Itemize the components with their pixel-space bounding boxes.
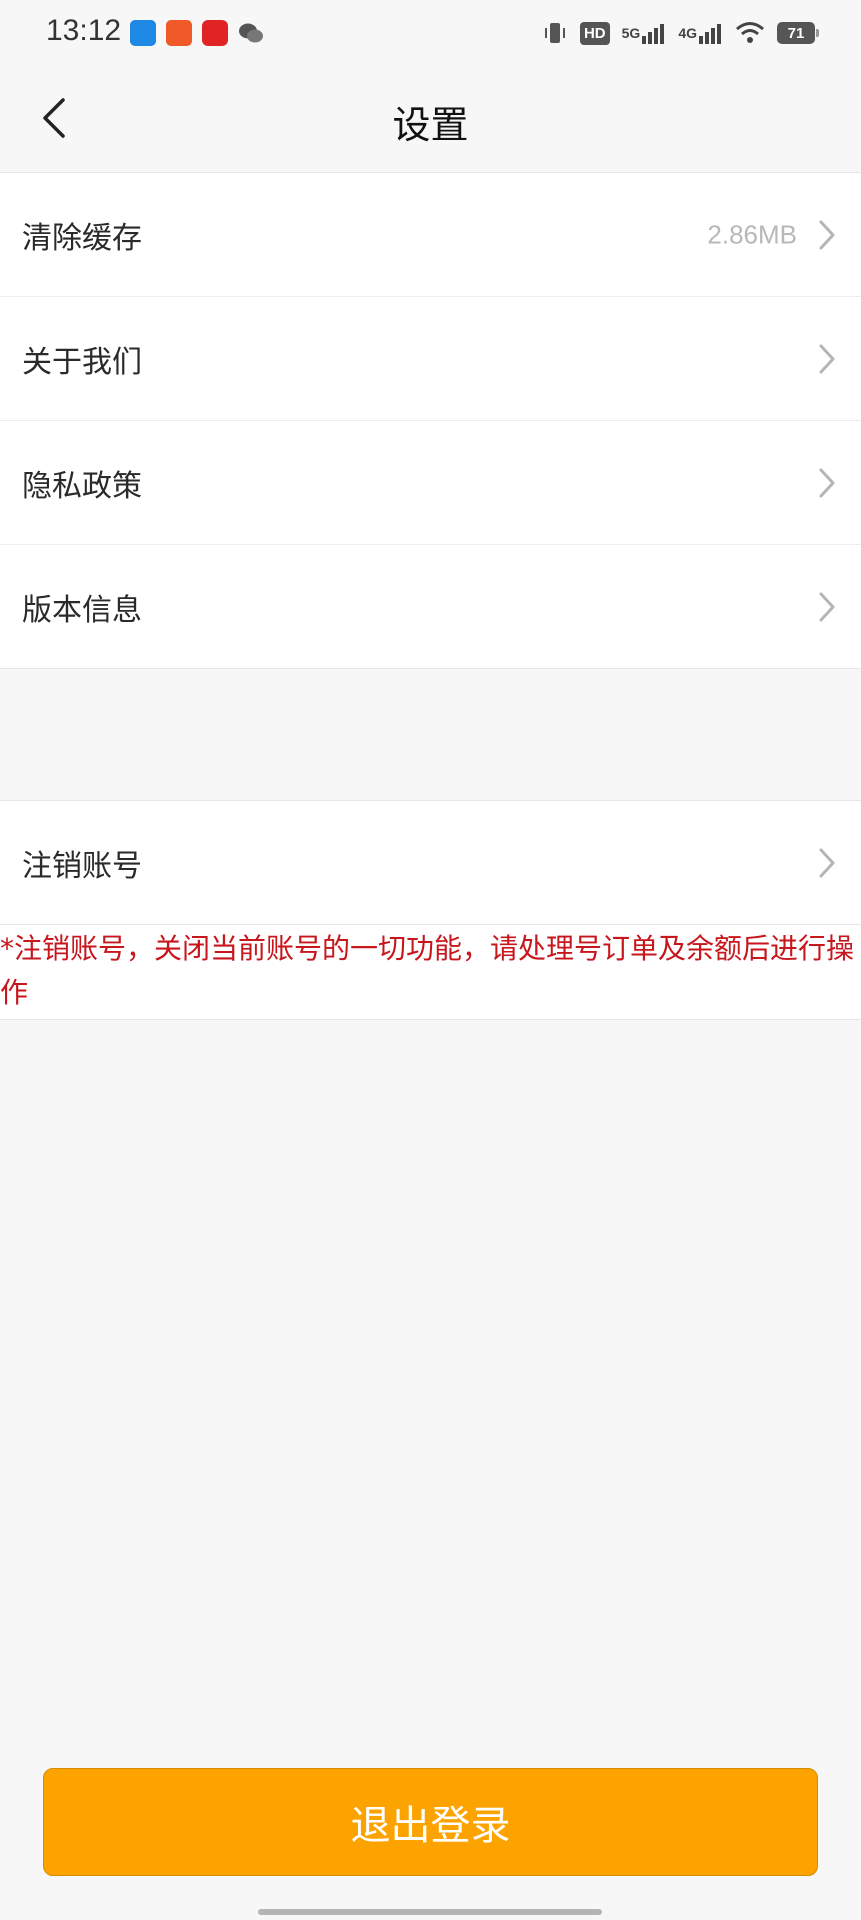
hd-icon: HD <box>579 21 610 45</box>
menu-item-label: 隐私政策 <box>22 468 142 504</box>
menu-item-label: 版本信息 <box>22 592 142 628</box>
menu-item-privacy-policy[interactable]: 隐私政策 <box>0 421 861 545</box>
menu-item-clear-cache[interactable]: 清除缓存 2.86MB <box>0 173 861 297</box>
menu-item-label: 关于我们 <box>22 344 142 380</box>
menu-item-label: 清除缓存 <box>22 220 142 256</box>
chevron-right-icon <box>819 848 835 877</box>
chevron-right-icon <box>819 468 835 497</box>
chevron-right-icon <box>819 344 835 373</box>
status-indicators: HD 5G 4G 71 <box>542 16 819 50</box>
menu-item-delete-account[interactable]: 注销账号 <box>0 801 861 924</box>
blue-app-icon <box>130 20 156 46</box>
logout-button[interactable]: 退出登录 <box>43 1768 818 1876</box>
account-menu: 注销账号 <box>0 800 861 925</box>
net-4g-label: 4G <box>678 25 697 41</box>
page-title: 设置 <box>392 103 469 147</box>
menu-item-about-us[interactable]: 关于我们 <box>0 297 861 421</box>
signal-4g-icon: 4G <box>678 22 723 44</box>
settings-menu: 清除缓存 2.86MB 关于我们 隐私政策 版本信息 <box>0 173 861 669</box>
wifi-icon <box>735 21 765 45</box>
signal-5g-icon: 5G <box>622 22 667 44</box>
chevron-right-icon <box>819 592 835 621</box>
status-time: 13:12 <box>46 14 122 47</box>
status-bar: 13:12 HD 5G 4G 71 <box>0 0 861 66</box>
menu-item-label: 注销账号 <box>22 848 142 884</box>
cache-size-value: 2.86MB <box>707 219 797 249</box>
vibrate-icon <box>542 20 568 46</box>
net-5g-label: 5G <box>621 25 641 41</box>
delete-account-warning: *注销账号，关闭当前账号的一切功能，请处理号订单及余额后进行操作 <box>0 925 861 1020</box>
home-indicator[interactable] <box>258 1909 602 1915</box>
menu-item-version-info[interactable]: 版本信息 <box>0 545 861 668</box>
netease-music-icon <box>202 20 228 46</box>
chevron-right-icon <box>819 220 835 249</box>
wechat-icon <box>238 20 264 46</box>
taobao-icon <box>166 20 192 46</box>
header: 设置 <box>0 66 861 173</box>
battery-icon: 71 <box>777 22 819 44</box>
